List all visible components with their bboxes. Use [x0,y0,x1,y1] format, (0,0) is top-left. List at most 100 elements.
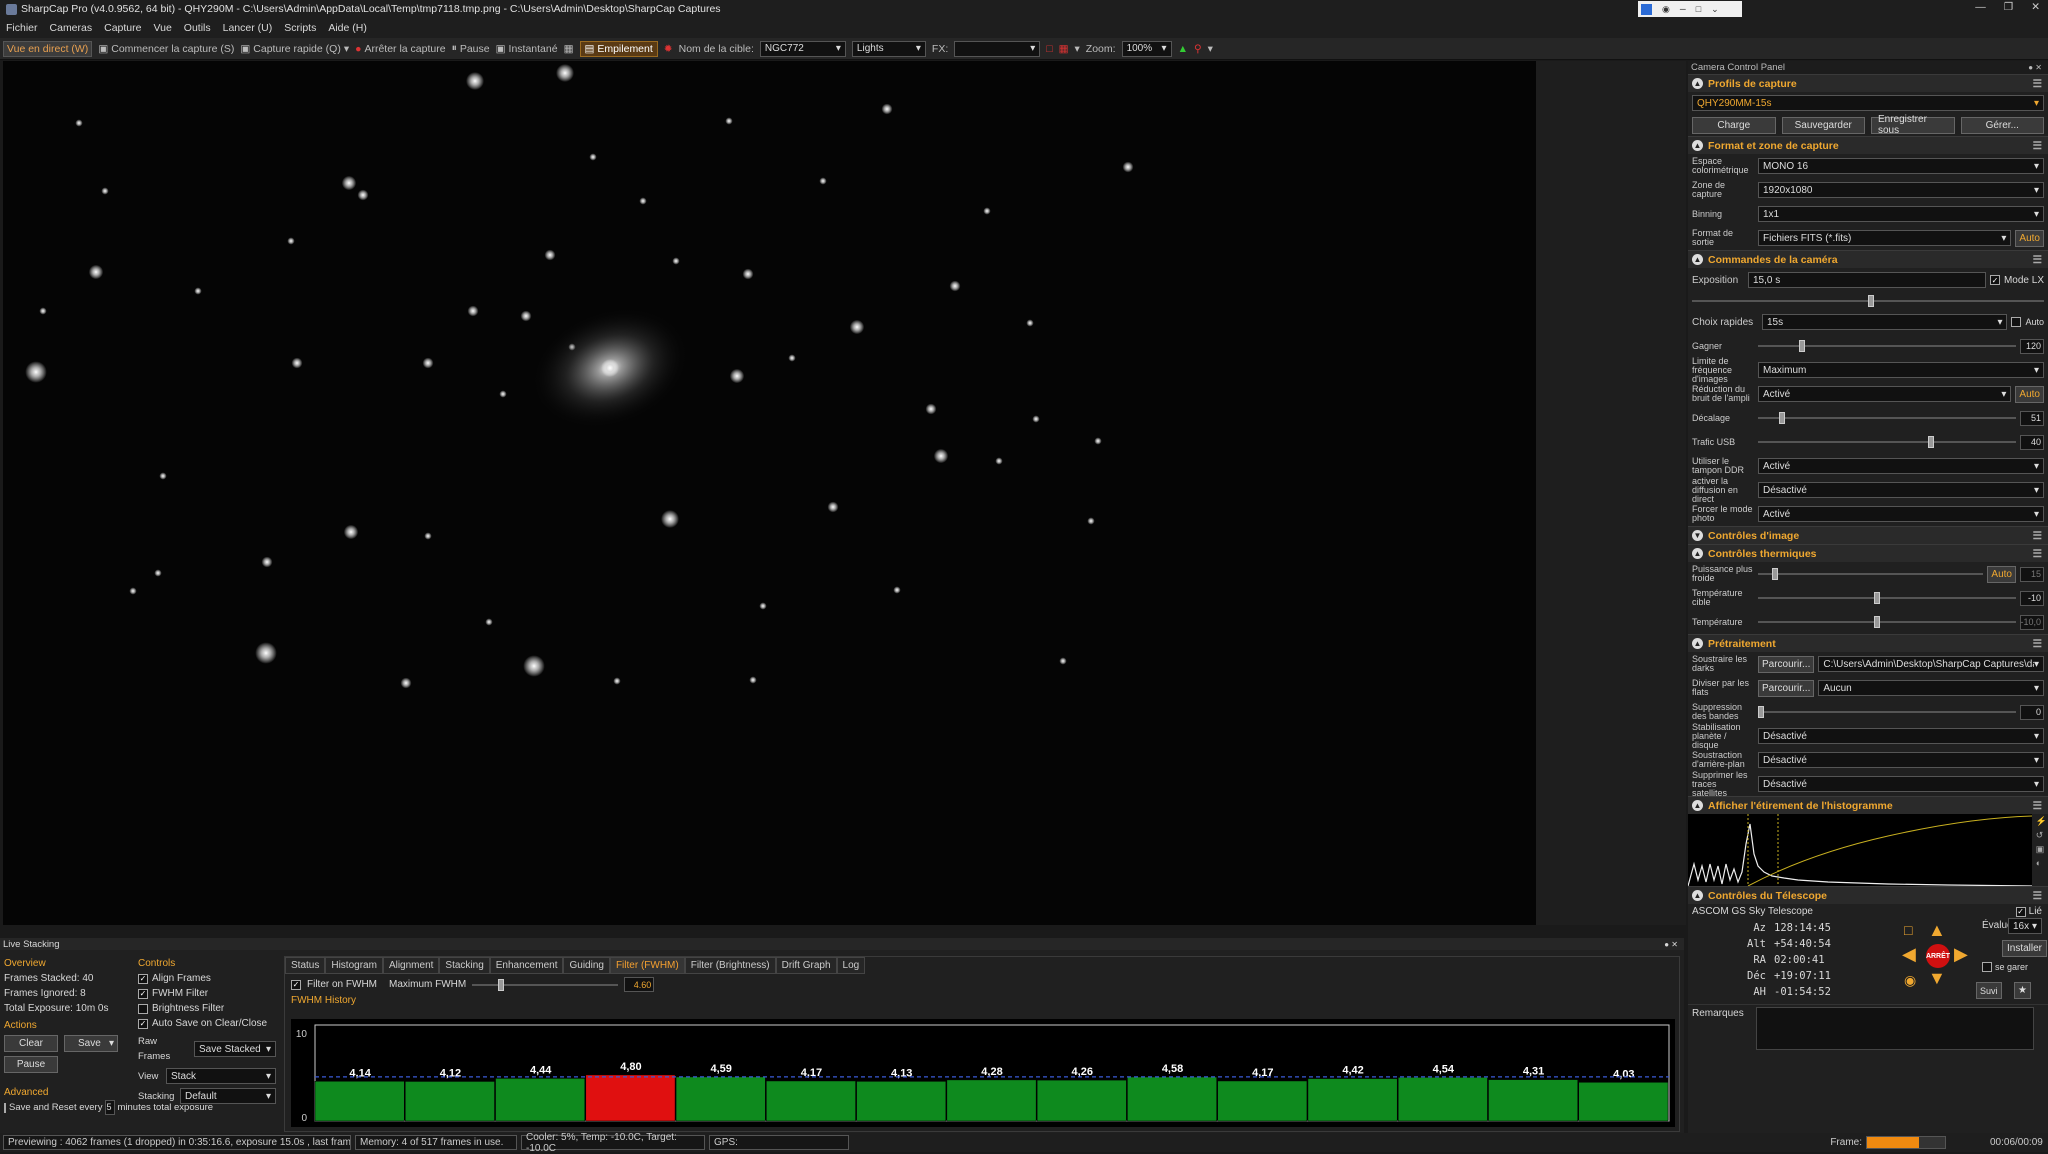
capture-area-dropdown[interactable]: 1920x1080 ▾ [1758,182,2044,198]
close-icon[interactable]: ✕ [2031,1,2040,13]
control-checkbox-row[interactable]: Brightness Filter [138,1001,276,1016]
control-checkbox-row[interactable]: ✓ Auto Save on Clear/Close [138,1016,276,1031]
filter-on-fwhm-checkbox[interactable]: ✓ [291,979,301,990]
collapse-icon[interactable]: ▲ [1692,548,1703,559]
collapse-icon[interactable]: ▲ [1692,800,1703,811]
chevron-down-icon[interactable]: ▾ [1075,43,1080,55]
manage-profile-button[interactable]: Gérer... [1960,116,2044,134]
menu-icon[interactable]: ☰ [2033,254,2042,266]
background-sub-dropdown[interactable]: Désactivé ▾ [1758,752,2044,768]
auto-button[interactable]: Auto [1987,565,2016,583]
usb-traffic-value[interactable]: 40 [2020,434,2044,450]
pin-icon[interactable]: ● ✕ [2028,63,2042,72]
offset-value[interactable]: 51 [2020,410,2044,426]
menu-icon[interactable]: ☰ [2033,890,2042,902]
section-profiles[interactable]: ▲ Profils de capture ☰ [1688,74,2048,92]
browse-flats-button[interactable]: Parcourir... [1758,679,1815,697]
menu-icon[interactable]: ☰ [2033,800,2042,812]
stabilization-dropdown[interactable]: Désactivé ▾ [1758,728,2044,744]
menu-item[interactable]: Vue [153,22,171,34]
exposure-slider[interactable] [1692,294,2044,308]
menu-icon[interactable]: ☰ [2033,548,2042,560]
minimize-icon[interactable]: — [1975,1,1986,13]
colorspace-dropdown[interactable]: MONO 16 ▾ [1758,158,2044,174]
exposure-input[interactable]: 15,0 s [1748,272,1986,288]
amp-noise-dropdown[interactable]: Activé ▾ [1758,386,2012,402]
arrow-up-icon[interactable]: ▲ [1928,920,1946,941]
close-icon[interactable]: ● ✕ [1664,940,1678,949]
section-format[interactable]: ▲ Format et zone de capture ☰ [1688,136,2048,154]
banding-slider[interactable] [1758,705,2016,719]
tab-guiding[interactable]: Guiding [563,957,610,974]
save-button[interactable]: Save ▾ [64,1035,118,1052]
follow-button[interactable]: Suvi [1976,982,2002,999]
browse-darks-button[interactable]: Parcourir... [1758,655,1815,673]
lx-mode-checkbox[interactable]: ✓ [1989,275,2000,285]
arrow-right-icon[interactable]: ▶ [1954,944,1968,965]
binning-dropdown[interactable]: 1x1 ▾ [1758,206,2044,222]
expand-icon[interactable]: ▼ [1692,530,1703,541]
control-checkbox-row[interactable]: ✓ FWHM Filter [138,986,276,1001]
stop-capture-button[interactable]: ● Arrêter la capture [355,43,445,55]
menu-item[interactable]: Fichier [6,22,38,34]
flats-dropdown[interactable]: Aucun ▾ [1818,680,2044,696]
stop-button[interactable]: ARRÊT [1926,944,1950,968]
snapshot-button[interactable]: ▣ Instantané [496,43,558,55]
save-icon[interactable]: ▣ [2036,844,2047,855]
install-button[interactable]: Installer [2002,940,2048,957]
section-preprocessing[interactable]: ▲ Prétraitement ☰ [1688,634,2048,652]
menu-icon[interactable]: ☰ [2033,530,2042,542]
arrow-left-icon[interactable]: ◀ [1902,944,1916,965]
checkbox[interactable] [138,1003,148,1014]
section-telescope[interactable]: ▲ Contrôles du Télescope ☰ [1688,886,2048,904]
section-image-controls[interactable]: ▼ Contrôles d'image ☰ [1688,526,2048,544]
start-capture-button[interactable]: ▣ Commencer la capture (S) [98,43,234,55]
menu-item[interactable]: Scripts [284,22,316,34]
checkbox[interactable]: ✓ [138,973,148,984]
histogram-icon[interactable]: ▲ [1178,43,1188,55]
save-reset-checkbox[interactable] [4,1102,6,1113]
target-temp-value[interactable]: -10 [2020,590,2044,606]
target-temp-slider[interactable] [1758,591,2016,605]
checkbox[interactable]: ✓ [138,1018,148,1029]
frame-rate-dropdown[interactable]: Maximum ▾ [1758,362,2044,378]
auto-button[interactable]: Auto [2015,385,2044,403]
pause-button[interactable]: ⏸ Pause [452,42,490,55]
auto-button[interactable]: Auto [2015,229,2044,247]
tab-enhancement[interactable]: Enhancement [489,957,564,974]
photo-mode-dropdown[interactable]: Activé ▾ [1758,506,2044,522]
quick-capture-button[interactable]: ▣ Capture rapide (Q) ▾ [240,43,349,55]
live-stream-dropdown[interactable]: Désactivé ▾ [1758,482,2044,498]
satellite-trails-dropdown[interactable]: Désactivé ▾ [1758,776,2044,792]
reticle-button[interactable]: ▦ [564,43,574,55]
tab-filter-fwhm[interactable]: Filter (FWHM) [609,957,685,974]
zoom-icon[interactable]: ⚲ [1194,43,1202,55]
menu-item[interactable]: Cameras [50,22,93,34]
target-icon[interactable]: ◉ [1904,972,1916,989]
chevron-down-icon[interactable]: ▾ [1208,43,1213,55]
menu-item[interactable]: Aide (H) [328,22,367,34]
camera-icon[interactable]: ◉ [1662,4,1670,15]
menu-icon[interactable]: ☰ [2033,78,2042,90]
tab-log[interactable]: Log [836,957,866,974]
offset-slider[interactable] [1758,411,2016,425]
pause-button[interactable]: Pause [4,1056,58,1073]
tab-histogram[interactable]: Histogram [325,957,383,974]
menu-item[interactable]: Outils [184,22,211,34]
notes-input[interactable] [1756,1007,2034,1050]
tab-stacking[interactable]: Stacking [439,957,490,974]
menu-item[interactable]: Capture [104,22,141,34]
arrow-down-icon[interactable]: ▼ [1928,968,1946,989]
load-profile-button[interactable]: Charge [1692,116,1776,134]
max-fwhm-value[interactable]: 4.60 [624,977,655,992]
banding-value[interactable]: 0 [2020,704,2044,720]
gain-value[interactable]: 120 [2020,338,2044,354]
box-icon[interactable]: □ [1046,43,1052,55]
usb-traffic-slider[interactable] [1758,435,2016,449]
menu-icon[interactable]: ☰ [2033,638,2042,650]
profile-dropdown[interactable]: QHY290MM-15s ▾ [1692,95,2044,111]
zoom-dropdown[interactable]: 100% ▾ [1121,40,1172,57]
checkbox[interactable]: ✓ [138,988,148,999]
tab-status[interactable]: Status [285,957,326,974]
contrast-icon[interactable]: ◐ [2036,858,2047,868]
